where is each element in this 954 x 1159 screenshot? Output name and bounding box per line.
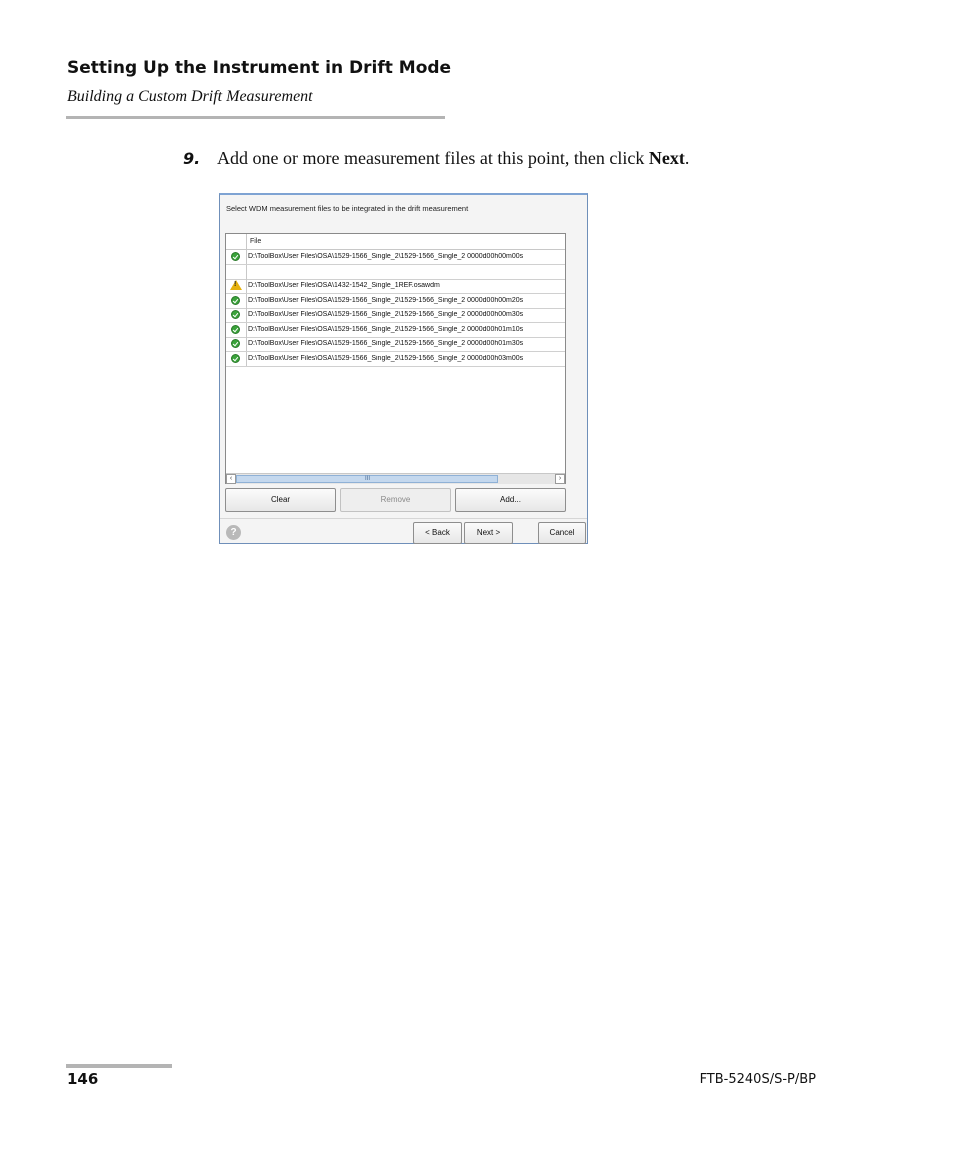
page-number: 146 — [67, 1070, 99, 1088]
remove-button[interactable]: Remove — [340, 488, 451, 512]
next-button[interactable]: Next > — [464, 522, 513, 544]
file-row[interactable]: D:\ToolBox\User Files\OSA\1529-1566_Sing… — [226, 308, 565, 323]
document-id: FTB-5240S/S-P/BP — [699, 1072, 816, 1087]
file-row[interactable] — [226, 264, 565, 280]
file-row[interactable]: D:\ToolBox\User Files\OSA\1529-1566_Sing… — [226, 351, 565, 367]
row-status-cell — [226, 250, 247, 264]
row-status-cell — [226, 337, 247, 351]
file-path: D:\ToolBox\User Files\OSA\1529-1566_Sing… — [248, 296, 524, 304]
file-path: D:\ToolBox\User Files\OSA\1529-1566_Sing… — [248, 340, 524, 347]
row-status-cell — [226, 308, 247, 322]
step-text-end: . — [684, 148, 690, 168]
add-button[interactable]: Add... — [455, 488, 566, 512]
help-icon[interactable]: ? — [226, 525, 241, 540]
step-number: 9. — [183, 149, 201, 168]
scroll-right-arrow-icon[interactable]: › — [555, 474, 565, 484]
check-circle-icon — [231, 252, 240, 261]
file-path: D:\ToolBox\User Files\OSA\1432-1542_Sing… — [248, 282, 440, 289]
horizontal-scrollbar[interactable]: ‹ III › — [226, 473, 565, 484]
section-subtitle: Building a Custom Drift Measurement — [67, 88, 313, 105]
check-circle-icon — [231, 295, 240, 305]
file-selection-dialog: Select WDM measurement files to be integ… — [219, 193, 588, 544]
check-circle-icon — [231, 353, 240, 363]
row-status-cell — [226, 351, 247, 366]
file-path: D:\ToolBox\User Files\OSA\1529-1566_Sing… — [248, 354, 524, 362]
file-path: D:\ToolBox\User Files\OSA\1529-1566_Sing… — [248, 325, 524, 333]
header-divider — [66, 116, 445, 119]
file-path: D:\ToolBox\User Files\OSA\1529-1566_Sing… — [248, 311, 524, 318]
check-circle-icon — [231, 339, 240, 348]
file-row[interactable]: D:\ToolBox\User Files\OSA\1529-1566_Sing… — [226, 293, 565, 309]
grid-header: File — [226, 234, 565, 250]
file-row[interactable]: D:\ToolBox\User Files\OSA\1529-1566_Sing… — [226, 337, 565, 352]
scroll-thumb[interactable]: III — [236, 475, 498, 483]
warning-mark-icon: ! — [234, 281, 237, 288]
row-status-cell: ! — [226, 279, 247, 293]
check-circle-icon — [231, 310, 240, 319]
row-status-cell — [226, 293, 247, 308]
file-row[interactable]: D:\ToolBox\User Files\OSA\1529-1566_Sing… — [226, 322, 565, 338]
file-list-grid[interactable]: File D:\ToolBox\User Files\OSA\1529-1566… — [225, 233, 566, 484]
file-column-header[interactable]: File — [250, 238, 261, 245]
status-column-header — [226, 234, 247, 249]
row-status-cell — [226, 322, 247, 337]
dialog-footer-divider — [220, 518, 587, 519]
section-title: Setting Up the Instrument in Drift Mode — [67, 58, 452, 78]
cancel-button[interactable]: Cancel — [538, 522, 586, 544]
check-circle-icon — [231, 324, 240, 334]
step-bold-word: Next — [648, 148, 685, 168]
scroll-left-arrow-icon[interactable]: ‹ — [226, 474, 236, 484]
step-text: Add one or more measurement files at thi… — [217, 148, 649, 168]
file-row[interactable]: D:\ToolBox\User Files\OSA\1529-1566_Sing… — [226, 250, 565, 265]
clear-button[interactable]: Clear — [225, 488, 336, 512]
file-row[interactable]: ! D:\ToolBox\User Files\OSA\1432-1542_Sin… — [226, 279, 565, 294]
file-path: D:\ToolBox\User Files\OSA\1529-1566_Sing… — [248, 253, 524, 260]
dialog-instruction: Select WDM measurement files to be integ… — [226, 204, 469, 213]
scroll-grip-icon: III — [365, 476, 371, 482]
footer-divider — [66, 1064, 172, 1068]
step-instruction: 9. Add one or more measurement files at t… — [183, 148, 689, 169]
back-button[interactable]: < Back — [413, 522, 462, 544]
row-status-cell — [226, 264, 247, 279]
